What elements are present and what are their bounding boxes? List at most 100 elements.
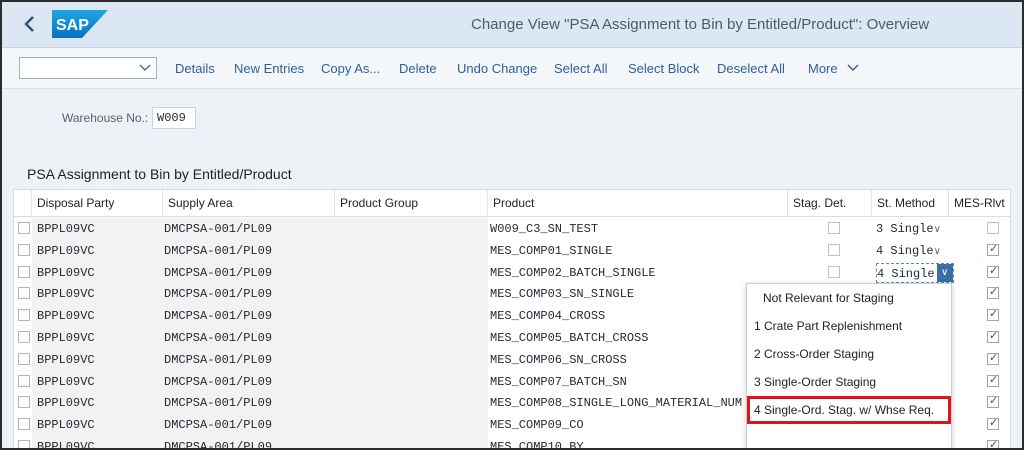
dropdown-option[interactable]: 2 Cross-Order Staging [747, 340, 951, 368]
details-button[interactable]: Details [175, 61, 215, 76]
mes-rlvt-checkbox[interactable] [987, 329, 999, 343]
row-select-checkbox[interactable] [18, 222, 30, 234]
row-select-checkbox[interactable] [18, 331, 30, 343]
col-product[interactable]: Product [488, 190, 788, 217]
col-disposal-party[interactable]: Disposal Party [32, 190, 163, 217]
cell-disposal-party: BPPL09VC [37, 243, 95, 258]
table-row[interactable]: BPPL09VC DMCPSA-001/PL09 MES_COMP01_SINGLE… [14, 239, 1010, 262]
row-select-checkbox[interactable] [18, 287, 30, 300]
cell-disposal-party: BPPL09VC [37, 309, 95, 324]
cell-supply-area: DMCPSA-001/PL09 [164, 265, 273, 280]
stag-det-checkbox[interactable] [828, 265, 840, 278]
cell-product: MES_COMP06_SN_CROSS [490, 352, 627, 367]
stag-det-checkbox[interactable] [828, 222, 840, 234]
cell-supply-area: DMCPSA-001/PL09 [164, 418, 273, 433]
cell-product-group [340, 305, 486, 327]
cell-supply-area: DMCPSA-001/PL09 [164, 309, 273, 324]
mes-rlvt-checkbox[interactable] [987, 264, 999, 278]
st-method-select[interactable]: 4 Single∨ [876, 241, 946, 261]
cell-product-group [340, 262, 486, 284]
row-select-checkbox[interactable] [18, 418, 30, 431]
page-title: Change View "PSA Assignment to Bin by En… [471, 16, 930, 33]
cell-product: MES_COMP02_BATCH_SINGLE [490, 265, 656, 280]
cell-product-group [340, 414, 486, 436]
cell-supply-area: DMCPSA-001/PL09 [164, 374, 273, 389]
select-all-button[interactable]: Select All [554, 61, 607, 76]
dropdown-option-highlighted[interactable]: 4 Single-Ord. Stag. w/ Whse Req. [747, 396, 951, 424]
more-button[interactable]: More [808, 61, 859, 76]
chevron-down-icon[interactable]: ∨ [934, 220, 946, 240]
cell-product: MES_COMP01_SINGLE [490, 243, 613, 258]
cell-product-group [340, 436, 486, 448]
sap-logo: SAP [52, 10, 108, 38]
cell-disposal-party: BPPL09VC [37, 265, 95, 280]
cell-product: W009_C3_SN_TEST [490, 222, 599, 236]
dropdown-option[interactable]: 3 Single-Order Staging [747, 368, 951, 396]
window-frame: SAP Change View "PSA Assignment to Bin b… [0, 0, 1024, 450]
warehouse-label: Warehouse No.: [62, 111, 149, 125]
cell-product-group [340, 327, 486, 349]
mes-rlvt-checkbox[interactable] [987, 307, 999, 322]
cell-supply-area: DMCPSA-001/PL09 [164, 352, 273, 367]
select-column-header[interactable] [14, 190, 32, 217]
select-block-button[interactable]: Select Block [628, 61, 700, 76]
back-button[interactable] [18, 12, 42, 36]
table-row[interactable]: BPPL09VC DMCPSA-001/PL09 W009_C3_SN_TEST 3 … [14, 218, 1010, 240]
cell-product-group [340, 371, 486, 393]
chevron-down-icon[interactable]: ∨ [936, 263, 953, 282]
cell-supply-area: DMCPSA-001/PL09 [164, 396, 273, 411]
mes-rlvt-checkbox[interactable] [987, 373, 999, 387]
cell-product-group [340, 240, 486, 262]
cell-disposal-party: BPPL09VC [37, 440, 95, 450]
copy-as-button[interactable]: Copy As... [321, 61, 380, 76]
mes-rlvt-checkbox[interactable] [987, 438, 999, 448]
row-select-checkbox[interactable] [18, 243, 30, 256]
cell-product: MES_COMP04_CROSS [490, 309, 606, 324]
delete-button[interactable]: Delete [399, 61, 437, 76]
st-method-select[interactable]: 4 Single∨ [876, 262, 954, 283]
mes-rlvt-checkbox[interactable] [987, 242, 999, 256]
cell-supply-area: DMCPSA-001/PL09 [164, 287, 273, 302]
st-method-value: 4 Single [876, 243, 934, 258]
col-supply-area[interactable]: Supply Area [163, 190, 335, 217]
toolbar: Details New Entries Copy As... Delete Un… [2, 49, 1022, 89]
variant-select[interactable] [19, 57, 157, 79]
row-select-checkbox[interactable] [18, 309, 30, 322]
cell-product-group [340, 392, 486, 414]
cell-disposal-party: BPPL09VC [37, 287, 95, 302]
row-select-checkbox[interactable] [18, 374, 30, 387]
undo-change-button[interactable]: Undo Change [457, 61, 537, 76]
warehouse-field[interactable]: W009 [152, 107, 196, 129]
mes-rlvt-checkbox[interactable] [987, 416, 999, 431]
mes-rlvt-checkbox[interactable] [987, 222, 999, 234]
mes-rlvt-checkbox[interactable] [987, 351, 999, 365]
col-stag-det[interactable]: Stag. Det. [788, 190, 872, 217]
deselect-all-button[interactable]: Deselect All [717, 61, 785, 76]
new-entries-button[interactable]: New Entries [234, 61, 304, 76]
mes-rlvt-checkbox[interactable] [987, 394, 999, 409]
dropdown-option[interactable]: Not Relevant for Staging [747, 284, 951, 312]
col-st-method[interactable]: St. Method [872, 190, 949, 217]
shell-header: SAP Change View "PSA Assignment to Bin b… [2, 2, 1022, 48]
mes-rlvt-checkbox[interactable] [987, 285, 999, 300]
sap-logo-text: SAP [56, 17, 89, 34]
cell-disposal-party: BPPL09VC [37, 331, 95, 345]
st-method-select[interactable]: 3 Single∨ [876, 219, 946, 239]
cell-product: MES_COMP03_SN_SINGLE [490, 287, 635, 302]
table-row[interactable]: BPPL09VC DMCPSA-001/PL09 MES_COMP02_BATCH_… [14, 261, 1010, 284]
stag-det-checkbox[interactable] [828, 243, 840, 256]
cell-product: MES_COMP07_BATCH_SN [490, 374, 627, 389]
dropdown-option[interactable]: 1 Crate Part Replenishment [747, 312, 951, 340]
col-product-group[interactable]: Product Group [335, 190, 488, 217]
row-select-checkbox[interactable] [18, 265, 30, 278]
col-mes-rlvt[interactable]: MES-Rlvt [949, 190, 1010, 217]
cell-disposal-party: BPPL09VC [37, 374, 95, 389]
cell-supply-area: DMCPSA-001/PL09 [164, 222, 273, 236]
chevron-down-icon [847, 64, 859, 71]
cell-disposal-party: BPPL09VC [37, 418, 95, 433]
chevron-down-icon[interactable]: ∨ [934, 242, 946, 262]
row-select-checkbox[interactable] [18, 440, 30, 448]
cell-supply-area: DMCPSA-001/PL09 [164, 331, 273, 345]
row-select-checkbox[interactable] [18, 352, 30, 365]
row-select-checkbox[interactable] [18, 396, 30, 409]
